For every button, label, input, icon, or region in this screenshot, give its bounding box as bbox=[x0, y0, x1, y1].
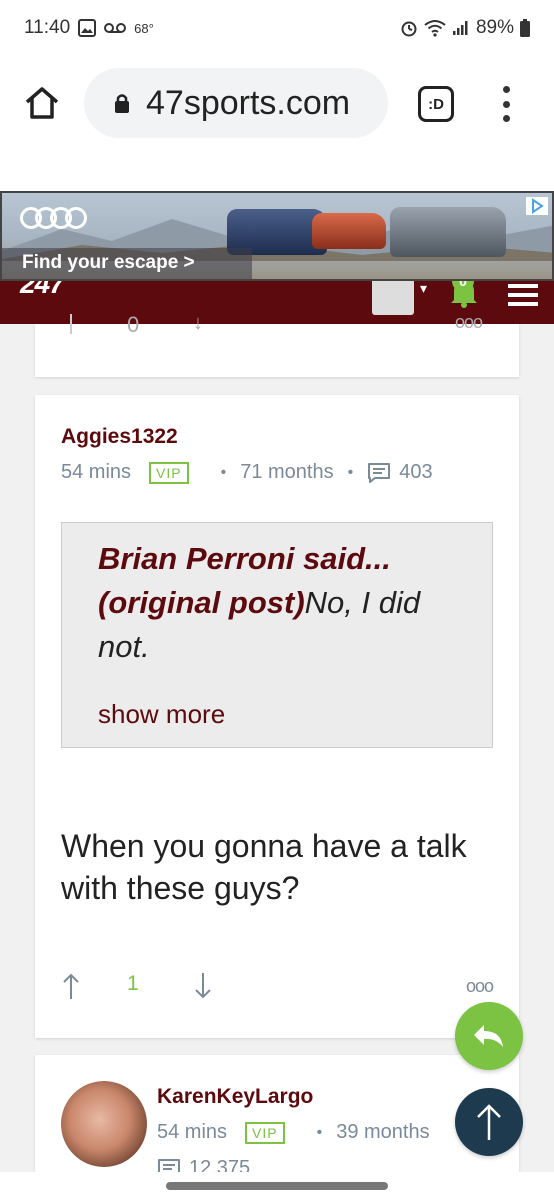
ad-car-red bbox=[312, 213, 386, 249]
battery-level: 89% bbox=[475, 17, 514, 38]
comment-count: 403 bbox=[399, 461, 433, 483]
vote-row: 1 ooo bbox=[61, 968, 494, 1004]
battery-icon bbox=[520, 19, 530, 37]
clock: 11:40 bbox=[24, 17, 71, 38]
arrow-up-icon bbox=[477, 1104, 501, 1140]
avatar[interactable] bbox=[61, 1081, 147, 1167]
post-time: 54 mins bbox=[157, 1121, 228, 1143]
hamburger-menu-icon[interactable] bbox=[508, 284, 538, 306]
post-meta: 54 mins VIP • 39 months bbox=[157, 1121, 430, 1144]
url-text: 47sports.com bbox=[146, 83, 351, 122]
home-gesture-bar[interactable] bbox=[166, 1182, 388, 1190]
post-author[interactable]: Aggies1322 bbox=[61, 425, 178, 449]
quote-text: Brian Perroni said... (original post)No,… bbox=[98, 537, 456, 669]
user-avatar[interactable] bbox=[372, 277, 414, 315]
downvote-icon[interactable] bbox=[193, 972, 213, 1000]
member-tenure: 39 months bbox=[336, 1121, 430, 1143]
reply-button[interactable] bbox=[455, 1002, 523, 1070]
post-body: When you gonna have a talk with these gu… bbox=[61, 828, 467, 906]
tab-switcher-button[interactable]: :D bbox=[418, 86, 454, 122]
image-icon bbox=[78, 19, 97, 37]
browser-toolbar: 47sports.com :D bbox=[0, 56, 554, 152]
ad-choices-icon[interactable] bbox=[526, 197, 548, 215]
quote-author[interactable]: Brian Perroni said... bbox=[98, 541, 391, 576]
wifi-icon bbox=[424, 20, 446, 37]
upvote-icon[interactable] bbox=[61, 972, 81, 1000]
browser-menu-icon[interactable] bbox=[496, 84, 516, 124]
status-bar: 11:40 68° 89% bbox=[0, 0, 554, 56]
ad-text[interactable]: Find your escape > bbox=[2, 248, 252, 279]
quote-box: Brian Perroni said... (original post)No,… bbox=[61, 522, 493, 748]
ad-banner[interactable]: Find your escape > bbox=[0, 191, 554, 281]
more-options-icon[interactable]: ooo bbox=[455, 312, 483, 333]
temperature: 68° bbox=[134, 20, 154, 36]
downvote-icon[interactable]: ↓ bbox=[193, 312, 203, 335]
post-time: 54 mins bbox=[61, 461, 132, 483]
chevron-down-icon[interactable]: ▾ bbox=[420, 280, 427, 297]
show-more-link[interactable]: show more bbox=[98, 699, 225, 730]
lock-icon bbox=[115, 94, 129, 113]
member-tenure: 71 months bbox=[240, 461, 334, 483]
separator-dot: • bbox=[347, 463, 354, 481]
post-card: Aggies1322 54 mins VIP • 71 months • 403… bbox=[35, 395, 519, 1038]
separator-dot: • bbox=[316, 1123, 323, 1141]
vip-badge: VIP bbox=[245, 1121, 285, 1144]
scroll-to-top-button[interactable] bbox=[455, 1088, 523, 1156]
more-options-icon[interactable]: ooo bbox=[466, 976, 494, 997]
signal-icon bbox=[452, 21, 468, 35]
home-icon[interactable] bbox=[22, 83, 62, 123]
ad-car-grey bbox=[390, 207, 506, 257]
previous-post-card: 0 ↓ ooo bbox=[35, 312, 519, 377]
vip-badge: VIP bbox=[149, 461, 189, 484]
system-nav-bar bbox=[0, 1172, 554, 1200]
alarm-icon bbox=[401, 21, 417, 37]
address-bar[interactable]: 47sports.com bbox=[84, 68, 388, 138]
original-post-link[interactable]: (original post) bbox=[98, 585, 305, 620]
post-meta: 54 mins VIP • 71 months • 403 bbox=[61, 461, 433, 484]
audi-logo bbox=[20, 207, 87, 229]
separator-dot: • bbox=[220, 463, 227, 481]
vote-count: 0 bbox=[127, 312, 140, 337]
vote-count: 1 bbox=[127, 972, 139, 995]
upvote-icon[interactable] bbox=[70, 314, 72, 334]
post-author[interactable]: KarenKeyLargo bbox=[157, 1085, 313, 1109]
voicemail-icon bbox=[104, 23, 127, 33]
reply-icon bbox=[474, 1025, 503, 1047]
comment-icon bbox=[368, 462, 391, 483]
